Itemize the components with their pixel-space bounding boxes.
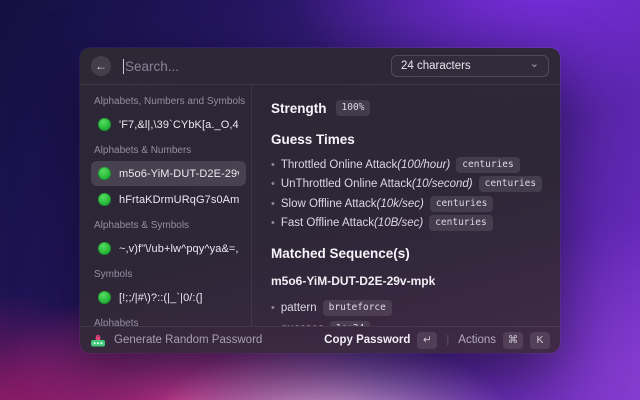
search-input[interactable] (125, 59, 391, 74)
k-key-icon: K (530, 332, 550, 349)
search-field-wrap (123, 59, 391, 74)
window-body: Alphabets, Numbers and Symbols 'F7,&l|,\… (80, 85, 560, 326)
character-length-dropdown[interactable]: 24 characters ⌄ (391, 55, 549, 77)
list-item[interactable]: ~,v)f"\/ub+lw^pqy^ya&=,x (91, 236, 246, 261)
password-dot-icon (98, 242, 111, 255)
footer-actions: Copy Password ↵ | Actions ⌘ K (324, 332, 550, 349)
list-item[interactable]: 'F7,&l|,\39`CYbK[a._O,4@ (91, 112, 246, 137)
section-label: Symbols (94, 269, 246, 280)
chevron-down-icon: ⌄ (530, 59, 539, 70)
extension-name: Generate Random Password (114, 334, 262, 346)
attack-list: • Throttled Online Attack(100/hour) cent… (271, 155, 548, 233)
password-app-icon (90, 332, 106, 348)
bullet-icon: • (271, 217, 275, 229)
attack-row: • Fast Offline Attack(10B/sec) centuries (271, 214, 548, 234)
attack-time-badge: centuries (429, 215, 492, 231)
prop-row: • pattern bruteforce (271, 297, 548, 318)
password-generator-window: ← 24 characters ⌄ Alphabets, Numbers and… (80, 48, 560, 353)
attack-name: Slow Offline Attack (281, 198, 377, 210)
back-arrow-icon: ← (95, 59, 107, 73)
attack-name: Throttled Online Attack (281, 159, 397, 171)
attack-rate: (10k/sec) (377, 198, 424, 210)
actions-button[interactable]: Actions ⌘ K (458, 332, 550, 349)
footer-divider: | (446, 334, 449, 346)
actions-label: Actions (458, 334, 496, 346)
guess-times-heading: Guess Times (271, 132, 548, 147)
text-caret (123, 59, 124, 74)
copy-password-button[interactable]: Copy Password ↵ (324, 332, 437, 349)
attack-row: • UnThrottled Online Attack(10/second) c… (271, 175, 548, 195)
section-label: Alphabets & Numbers (94, 145, 246, 156)
list-item[interactable]: [!;;/|#\)?::(|_`|0/:(] (91, 285, 246, 310)
attack-name: Fast Offline Attack (281, 217, 374, 229)
attack-row: • Throttled Online Attack(100/hour) cent… (271, 155, 548, 175)
section-label: Alphabets (94, 318, 246, 326)
attack-rate: (100/hour) (397, 159, 450, 171)
enter-key-icon: ↵ (417, 332, 437, 349)
bullet-icon: • (271, 178, 275, 190)
footer-bar: Generate Random Password Copy Password ↵… (80, 326, 560, 353)
matched-password: m5o6-YiM-DUT-D2E-29v-mpk (271, 274, 548, 288)
prop-row: • guesses 1e+24 (271, 318, 548, 326)
bullet-icon: • (271, 302, 275, 314)
section-alphabets-numbers: Alphabets & Numbers m5o6-YiM-DUT-D2E-29v… (92, 145, 246, 212)
section-alphabets: Alphabets (92, 318, 246, 326)
password-dot-icon (98, 291, 111, 304)
desktop-wallpaper: ← 24 characters ⌄ Alphabets, Numbers and… (0, 0, 640, 400)
matched-sequences-heading: Matched Sequence(s) (271, 246, 548, 261)
list-item-selected[interactable]: m5o6-YiM-DUT-D2E-29v-mpk (91, 161, 246, 186)
password-text: 'F7,&l|,\39`CYbK[a._O,4@ (119, 119, 239, 131)
strength-row: Strength 100% (271, 100, 548, 116)
attack-time-badge: centuries (430, 196, 493, 212)
password-text: m5o6-YiM-DUT-D2E-29v-mpk (119, 168, 239, 180)
dropdown-value: 24 characters (401, 60, 471, 72)
copy-password-label: Copy Password (324, 334, 410, 346)
attack-rate: (10B/sec) (374, 217, 423, 229)
password-dot-icon (98, 167, 111, 180)
header-bar: ← 24 characters ⌄ (80, 48, 560, 85)
matched-props-list: • pattern bruteforce • guesses 1e+24 (271, 297, 548, 326)
prop-value-badge: bruteforce (323, 300, 392, 316)
password-list-sidebar: Alphabets, Numbers and Symbols 'F7,&l|,\… (80, 85, 252, 326)
password-text: hFrtaKDrmURqG7s0AmxXBW24 (119, 194, 239, 206)
section-symbols: Symbols [!;;/|#\)?::(|_`|0/:(] (92, 269, 246, 310)
bullet-icon: • (271, 198, 275, 210)
extension-identity: Generate Random Password (90, 332, 262, 348)
attack-time-badge: centuries (479, 176, 542, 192)
section-alphabets-symbols: Alphabets & Symbols ~,v)f"\/ub+lw^pqy^ya… (92, 220, 246, 261)
password-text: ~,v)f"\/ub+lw^pqy^ya&=,x (119, 243, 239, 255)
password-text: [!;;/|#\)?::(|_`|0/:(] (119, 292, 203, 304)
strength-heading: Strength (271, 101, 327, 116)
attack-row: • Slow Offline Attack(10k/sec) centuries (271, 194, 548, 214)
attack-name: UnThrottled Online Attack (281, 178, 412, 190)
list-item[interactable]: hFrtaKDrmURqG7s0AmxXBW24 (91, 187, 246, 212)
strength-value-badge: 100% (336, 100, 371, 116)
password-dot-icon (98, 118, 111, 131)
back-button[interactable]: ← (91, 56, 111, 76)
section-alphabets-numbers-symbols: Alphabets, Numbers and Symbols 'F7,&l|,\… (92, 96, 246, 137)
detail-panel: Strength 100% Guess Times • Throttled On… (252, 85, 560, 326)
prop-name: pattern (281, 302, 317, 314)
attack-rate: (10/second) (412, 178, 473, 190)
bullet-icon: • (271, 159, 275, 171)
password-dot-icon (98, 193, 111, 206)
attack-time-badge: centuries (456, 157, 519, 173)
section-label: Alphabets & Symbols (94, 220, 246, 231)
section-label: Alphabets, Numbers and Symbols (94, 96, 246, 107)
command-key-icon: ⌘ (503, 332, 523, 349)
